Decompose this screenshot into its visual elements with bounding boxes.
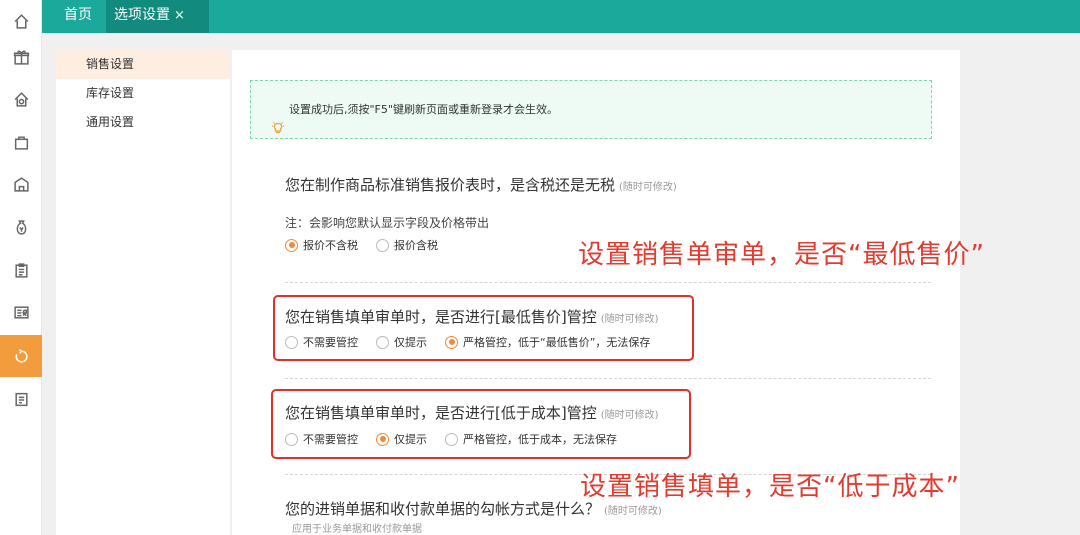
question-tax: 您在制作商品标准销售报价表时，是含税还是无税 (随时可修改) xyxy=(285,174,677,195)
id-card-icon[interactable] xyxy=(0,291,42,333)
bag-icon[interactable] xyxy=(0,121,42,163)
gift-icon[interactable] xyxy=(0,36,42,78)
radio-unselected[interactable] xyxy=(376,238,389,252)
warehouse-icon[interactable] xyxy=(0,163,42,205)
question-text: 您的进销单据和收付款单据的勾帐方式是什么？ xyxy=(285,500,601,518)
option-label: 报价含税 xyxy=(394,239,438,252)
annotation-below-cost: 设置销售填单，是否“低于成本” xyxy=(580,472,960,502)
tab-label: 选项设置 xyxy=(114,7,170,23)
tab-options-settings[interactable]: 选项设置 × xyxy=(106,0,209,33)
recycle-icon[interactable] xyxy=(0,335,42,377)
menu-item-inventory-settings[interactable]: 库存设置 xyxy=(56,79,230,108)
sub-note: 应用于业务单据和收付款单据 xyxy=(292,524,422,535)
icon-rail xyxy=(0,0,42,535)
highlight-box-below-cost xyxy=(271,389,691,459)
highlight-box-min-price xyxy=(273,295,694,361)
tab-home[interactable]: 首页 xyxy=(52,0,104,33)
note-text: 注：会影响您默认显示字段及价格带出 xyxy=(285,216,490,230)
menu-item-general-settings[interactable]: 通用设置 xyxy=(56,108,230,137)
editable-hint: (随时可修改) xyxy=(604,506,662,517)
notice-text: 设置成功后,须按"F5"键刷新页面或重新登录才会生效。 xyxy=(289,103,558,116)
tab-bar: 首页 选项设置 × xyxy=(42,0,1080,33)
divider xyxy=(285,378,931,379)
settings-content: 设置成功后,须按"F5"键刷新页面或重新登录才会生效。 您在制作商品标准销售报价… xyxy=(232,50,960,535)
editable-hint: (随时可修改) xyxy=(619,182,677,193)
divider xyxy=(285,282,931,283)
radio-option[interactable]: 报价含税 xyxy=(376,237,438,253)
close-icon[interactable]: × xyxy=(174,8,185,23)
radio-option[interactable]: 报价不含税 xyxy=(285,237,358,253)
menu-item-sales-settings[interactable]: 销售设置 xyxy=(56,50,230,79)
money-bag-icon[interactable] xyxy=(0,206,42,248)
notice-banner: 设置成功后,须按"F5"键刷新页面或重新登录才会生效。 xyxy=(250,80,932,139)
radio-selected[interactable] xyxy=(285,238,298,252)
annotation-min-price: 设置销售单审单，是否“最低售价” xyxy=(578,240,985,270)
settings-menu: 销售设置 库存设置 通用设置 xyxy=(56,50,230,535)
question-text: 您在制作商品标准销售报价表时，是含税还是无税 xyxy=(285,176,616,194)
lightbulb-icon xyxy=(271,103,285,134)
house-gear-icon[interactable] xyxy=(0,78,42,120)
option-label: 报价不含税 xyxy=(303,239,358,252)
report-icon[interactable] xyxy=(0,378,42,420)
radio-group-tax: 报价不含税 报价含税 xyxy=(285,237,438,253)
clipboard-icon[interactable] xyxy=(0,249,42,291)
